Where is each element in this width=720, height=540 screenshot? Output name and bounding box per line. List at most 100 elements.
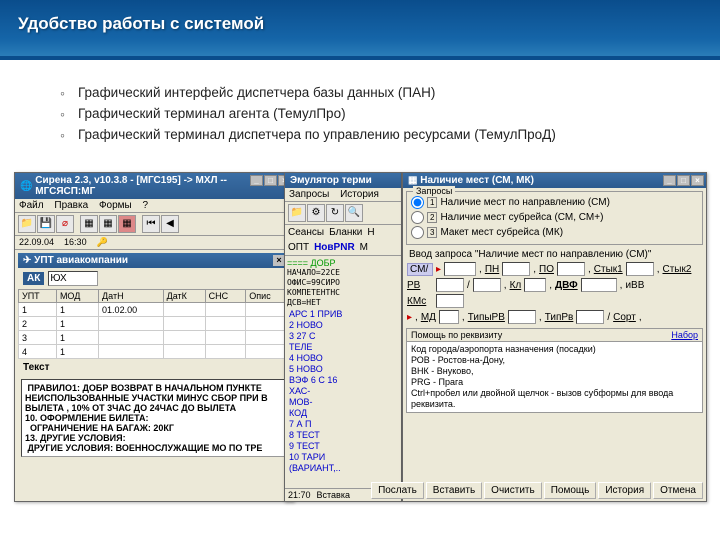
group-title: Запросы: [413, 186, 455, 196]
minimize-icon[interactable]: _: [250, 175, 263, 186]
tool-save-icon[interactable]: 💾: [37, 215, 55, 233]
rule-text[interactable]: ПРАВИЛО1: ДОБР ВОЗВРАТ В НАЧАЛЬНОМ ПУНКТ…: [21, 379, 287, 457]
term-header: НАЧАЛО=22СЕ ОФИС=99СИРО КОМПЕТЕНТНС ДСВ=…: [287, 268, 399, 308]
input-tiprv[interactable]: [576, 310, 604, 324]
text-label: Текст: [18, 359, 290, 376]
tab-m[interactable]: M: [360, 242, 368, 253]
titlebar: 🌐 Сирена 2.3, v10.3.8 - [МГС195] -> МХЛ …: [15, 173, 293, 199]
input-dvf[interactable]: [581, 278, 617, 292]
input-rv[interactable]: [436, 278, 464, 292]
link-sessions[interactable]: Сеансы: [288, 227, 324, 238]
tool-refresh-icon[interactable]: ↻: [326, 204, 344, 222]
sb-pos: 21:70: [288, 490, 311, 500]
cancel-button[interactable]: Отмена: [653, 482, 703, 499]
history-button[interactable]: История: [598, 482, 651, 499]
titlebar: Эмулятор терми: [285, 173, 401, 188]
col-datn[interactable]: ДатН: [99, 290, 164, 303]
tab-row: ОПТ НовPNR M: [285, 240, 401, 256]
menu-requests[interactable]: Запросы: [289, 189, 329, 200]
key-icon: 🔑: [97, 237, 108, 248]
close-icon[interactable]: ×: [691, 175, 704, 186]
window-seat-availability: ▦ Наличие мест (СМ, МК) _□× Запросы 1Нал…: [402, 172, 707, 502]
sub-icon: ✈: [23, 255, 31, 266]
input-kms[interactable]: [436, 294, 464, 308]
col-datk[interactable]: ДатК: [163, 290, 205, 303]
flag-icon: ▸: [407, 312, 412, 323]
send-button[interactable]: Послать: [371, 482, 424, 499]
tab-opt[interactable]: ОПТ: [288, 242, 309, 253]
app-icon: 🌐: [20, 181, 32, 192]
tool-search-icon[interactable]: 🔍: [345, 204, 363, 222]
info-bar: 22.09.04 16:30 🔑: [15, 236, 293, 250]
ak-input[interactable]: [48, 271, 98, 286]
table-row: 21: [19, 317, 290, 331]
tool-first-icon[interactable]: ⏮: [142, 215, 160, 233]
sub-titlebar: ✈ УПТ авиакомпании ×: [18, 253, 290, 268]
info-date: 22.09.04: [19, 237, 54, 248]
maximize-icon[interactable]: □: [677, 175, 690, 186]
radio-mk[interactable]: [411, 226, 424, 239]
table-row: 41: [19, 345, 290, 359]
window-title: Наличие мест (СМ, МК): [420, 175, 534, 186]
tool-grid3-icon[interactable]: ▦: [118, 215, 136, 233]
clear-button[interactable]: Очистить: [484, 482, 542, 499]
input-pn[interactable]: [502, 262, 530, 276]
bullet-item: Графический терминал диспетчера по управ…: [78, 124, 720, 145]
table-row: 1101.02.00: [19, 303, 290, 317]
col-upt[interactable]: УПТ: [19, 290, 57, 303]
flag-icon: ▸: [436, 264, 441, 275]
help-button[interactable]: Помощь: [544, 482, 597, 499]
menu-bar: Файл Правка Формы ?: [15, 199, 293, 213]
input-styk1[interactable]: [626, 262, 654, 276]
minimize-icon[interactable]: _: [663, 175, 676, 186]
tool-grid2-icon[interactable]: ▦: [99, 215, 117, 233]
terminal-body: ==== ДОБР НАЧАЛО=22СЕ ОФИС=99СИРО КОМПЕТ…: [285, 256, 401, 477]
window-db-dispatcher: 🌐 Сирена 2.3, v10.3.8 - [МГС195] -> МХЛ …: [14, 172, 294, 502]
input-po[interactable]: [557, 262, 585, 276]
sub-window: ✈ УПТ авиакомпании × АК УПТ МОД ДатН Дат…: [18, 253, 290, 457]
menu-forms[interactable]: Формы: [99, 200, 132, 211]
col-mod[interactable]: МОД: [56, 290, 98, 303]
tool-cancel-icon[interactable]: ⌀: [56, 215, 74, 233]
maximize-icon[interactable]: □: [264, 175, 277, 186]
menu-bar: Запросы История: [285, 188, 401, 202]
info-time: 16:30: [64, 237, 87, 248]
menu-file[interactable]: Файл: [19, 200, 44, 211]
window-terminal-emulator: Эмулятор терми Запросы История 📁 ⚙ ↻ 🔍 С…: [284, 172, 402, 502]
slide-title: Удобство работы с системой: [18, 14, 702, 34]
tab-novpnr[interactable]: НовPNR: [314, 242, 355, 253]
prompt-line: Ввод запроса "Наличие мест по направлени…: [403, 248, 706, 261]
grid-icon: ▦: [408, 175, 417, 186]
link-n[interactable]: Н: [367, 227, 374, 238]
help-body: Код города/аэропорта назначения (посадки…: [411, 344, 698, 410]
screenshot-area: 🌐 Сирена 2.3, v10.3.8 - [МГС195] -> МХЛ …: [14, 172, 708, 532]
tool-open-icon[interactable]: 📁: [18, 215, 36, 233]
insert-button[interactable]: Вставить: [426, 482, 482, 499]
tool-folder-icon[interactable]: 📁: [288, 204, 306, 222]
table-row: 31: [19, 331, 290, 345]
link-blanks[interactable]: Бланки: [329, 227, 362, 238]
link-row: Сеансы Бланки Н: [285, 225, 401, 240]
menu-history[interactable]: История: [340, 189, 379, 200]
tool-prev-icon[interactable]: ◀: [161, 215, 179, 233]
col-sns[interactable]: СНС: [205, 290, 246, 303]
toolbar: 📁 ⚙ ↻ 🔍: [285, 202, 401, 225]
window-title: Эмулятор терми: [290, 175, 372, 186]
col-opis[interactable]: Опис: [246, 290, 290, 303]
input-rv2[interactable]: [473, 278, 501, 292]
input-1[interactable]: [444, 262, 476, 276]
menu-help[interactable]: ?: [143, 200, 149, 211]
menu-edit[interactable]: Правка: [54, 200, 88, 211]
radio-sm[interactable]: [411, 196, 424, 209]
slide-header: Удобство работы с системой: [0, 0, 720, 60]
input-tipyrv[interactable]: [508, 310, 536, 324]
bullet-list: Графический интерфейс диспетчера базы да…: [0, 60, 720, 159]
tool-grid1-icon[interactable]: ▦: [80, 215, 98, 233]
radio-sm-plus[interactable]: [411, 211, 424, 224]
help-link[interactable]: Набор: [671, 330, 698, 340]
tool-cog-icon[interactable]: ⚙: [307, 204, 325, 222]
help-title: Помощь по реквизиту: [411, 330, 502, 340]
input-md[interactable]: [439, 310, 459, 324]
form-row: АК: [18, 268, 290, 289]
input-kl[interactable]: [524, 278, 546, 292]
